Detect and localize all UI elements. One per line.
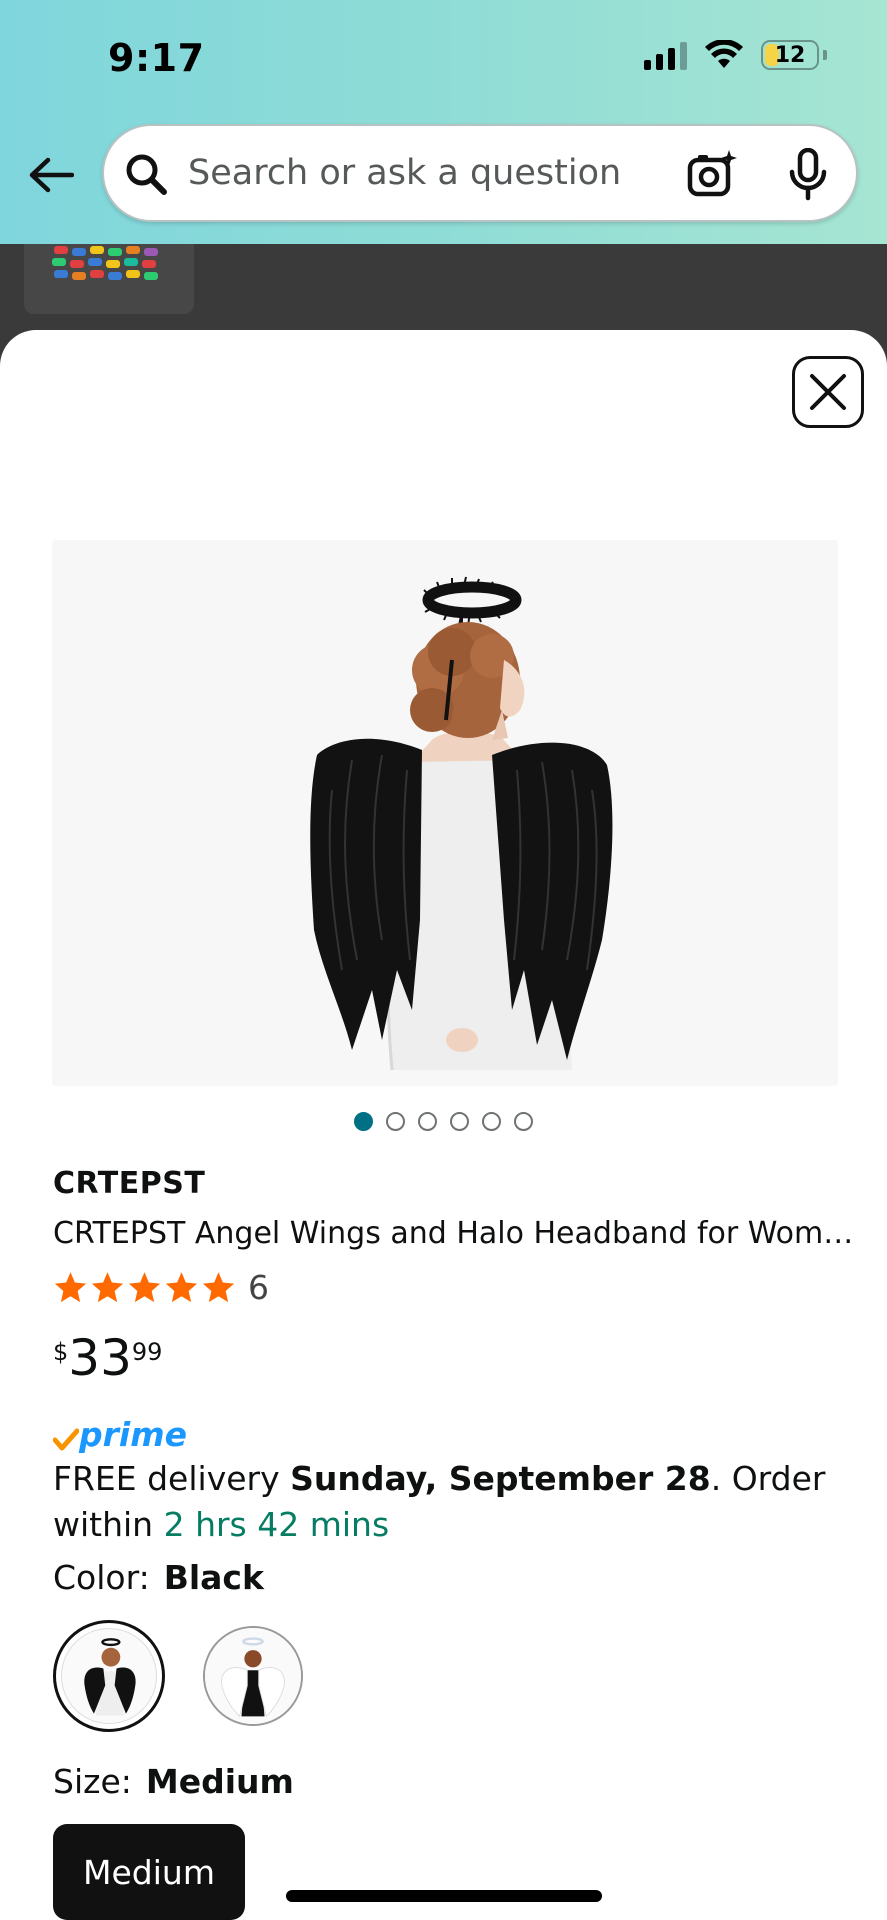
selected-color: Black: [163, 1558, 264, 1597]
home-indicator: [286, 1890, 602, 1902]
star-icon: [202, 1272, 235, 1303]
star-icon: [54, 1272, 87, 1303]
star-icon: [165, 1272, 198, 1303]
angel-wings-photo: [310, 576, 613, 1071]
search-input[interactable]: [188, 126, 668, 220]
delivery-date: Sunday, September 28: [290, 1459, 711, 1498]
price-whole: 33: [68, 1329, 132, 1387]
image-carousel-dots: [0, 1112, 887, 1131]
prime-logo: prime: [53, 1418, 187, 1452]
status-icons: 12: [644, 40, 827, 70]
app-header: 9:17 12: [0, 0, 887, 244]
search-bar[interactable]: [102, 124, 858, 222]
carousel-dot[interactable]: [450, 1112, 469, 1131]
price-fraction: 99: [131, 1338, 163, 1366]
carousel-dot[interactable]: [386, 1112, 405, 1131]
black-wings-thumbnail: [84, 1638, 136, 1716]
wifi-icon: [705, 40, 743, 68]
price-currency: $: [53, 1338, 69, 1366]
color-label: Color: Black: [53, 1558, 264, 1597]
cellular-signal-icon: [644, 40, 687, 70]
product-image[interactable]: [52, 540, 838, 1086]
color-label-text: Color:: [53, 1558, 150, 1597]
carousel-dot[interactable]: [418, 1112, 437, 1131]
carousel-dot[interactable]: [354, 1112, 373, 1131]
prime-wordmark: prime: [79, 1415, 187, 1454]
delivery-prefix: FREE delivery: [53, 1459, 291, 1498]
carousel-dot[interactable]: [514, 1112, 533, 1131]
product-quick-view-sheet: CRTEPST CRTEPST Angel Wings and Halo Hea…: [0, 330, 887, 1920]
camera-lens-icon[interactable]: [686, 148, 738, 200]
status-time: 9:17: [108, 36, 205, 80]
star-rating[interactable]: 6: [53, 1268, 269, 1307]
size-label-text: Size:: [53, 1762, 132, 1801]
back-button[interactable]: [26, 150, 76, 200]
size-label: Size: Medium: [53, 1762, 294, 1801]
close-button[interactable]: [792, 356, 864, 428]
prime-check-icon: [53, 1428, 79, 1451]
color-swatch-white[interactable]: [203, 1626, 303, 1726]
product-title[interactable]: CRTEPST Angel Wings and Halo Headband fo…: [53, 1216, 853, 1251]
delivery-countdown: 2 hrs 42 mins: [163, 1505, 390, 1544]
microphone-icon[interactable]: [788, 148, 828, 202]
brand-name[interactable]: CRTEPST: [53, 1166, 205, 1201]
carousel-dot[interactable]: [482, 1112, 501, 1131]
white-wings-thumbnail: [205, 1628, 301, 1724]
color-swatch-black[interactable]: [53, 1620, 165, 1732]
selected-size: Medium: [145, 1762, 294, 1801]
search-icon[interactable]: [124, 152, 168, 196]
close-icon: [810, 374, 846, 410]
rating-count[interactable]: 6: [248, 1268, 269, 1307]
battery-level: 12: [774, 42, 806, 68]
size-option-medium[interactable]: Medium: [53, 1824, 245, 1920]
product-thumbnail-peek: [24, 244, 194, 314]
star-icon: [91, 1272, 124, 1303]
delivery-info: FREE delivery Sunday, September 28. Orde…: [53, 1456, 853, 1548]
price: $ 33 99: [53, 1330, 162, 1386]
back-arrow-icon: [29, 157, 74, 193]
star-icon: [128, 1272, 161, 1303]
battery-icon: 12: [761, 40, 819, 70]
